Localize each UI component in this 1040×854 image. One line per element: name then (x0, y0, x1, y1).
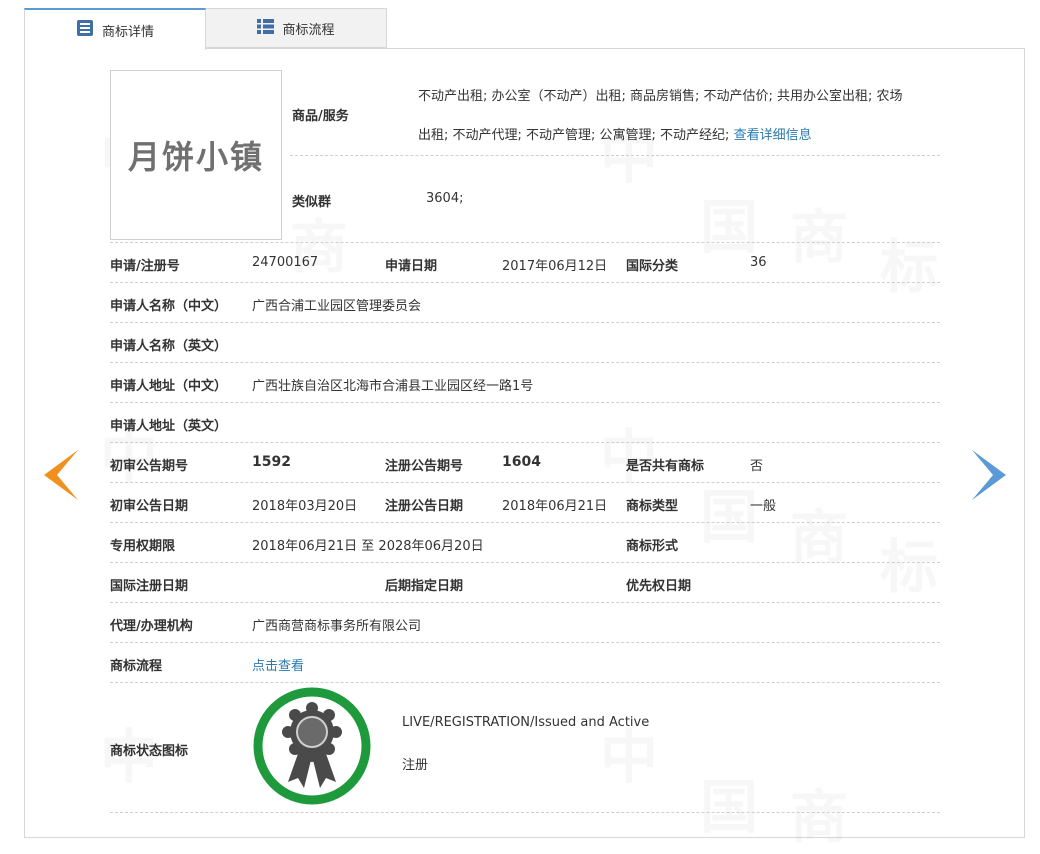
applicant-en-label: 申请人名称（英文） (110, 339, 228, 354)
divider (110, 362, 940, 363)
list-icon (257, 18, 275, 38)
divider (110, 812, 940, 813)
tab-label: 商标详情 (101, 24, 154, 40)
exclusive-period-label: 专用权期限 (110, 539, 176, 554)
goods-services-line2: 出租; 不动产代理; 不动产管理; 公寓管理; 不动产经纪; 查看详细信息 (418, 128, 812, 143)
tab-trademark-details[interactable]: 商标详情 (24, 8, 206, 50)
applicant-cn-label: 申请人名称（中文） (110, 299, 228, 314)
next-arrow-icon[interactable] (972, 450, 1006, 500)
divider (110, 522, 940, 523)
reg-pub-no-label: 注册公告期号 (385, 459, 464, 474)
divider (110, 482, 940, 483)
reg-no-value: 24700167 (252, 255, 319, 270)
divider (110, 402, 940, 403)
address-en-label: 申请人地址（英文） (110, 419, 228, 434)
document-list-icon (76, 19, 94, 41)
later-designation-label: 后期指定日期 (385, 579, 464, 594)
agency-value: 广西商营商标事务所有限公司 (252, 619, 422, 634)
divider (110, 562, 940, 563)
intl-class-value: 36 (750, 255, 767, 270)
trademark-logo-text: 月饼小镇 (127, 138, 264, 176)
divider (110, 602, 940, 603)
view-details-link[interactable]: 查看详细信息 (734, 128, 812, 143)
agency-label: 代理/办理机构 (110, 619, 193, 634)
status-text-en: LIVE/REGISTRATION/Issued and Active (402, 715, 650, 730)
divider (110, 642, 940, 643)
reg-pub-no-value: 1604 (502, 454, 541, 470)
shared-mark-label: 是否共有商标 (626, 459, 705, 474)
intl-class-label: 国际分类 (626, 259, 679, 274)
apply-date-label: 申请日期 (385, 259, 438, 274)
previous-arrow-icon[interactable] (44, 450, 78, 500)
prelim-pub-date-label: 初审公告日期 (110, 499, 189, 514)
shared-mark-value: 否 (750, 459, 764, 474)
address-cn-label: 申请人地址（中文） (110, 379, 228, 394)
divider (110, 282, 940, 283)
prelim-pub-date-value: 2018年03月20日 (252, 499, 358, 514)
reg-pub-date-value: 2018年06月21日 (502, 499, 608, 514)
tab-label: 商标流程 (282, 22, 335, 38)
goods-services-line1: 不动产出租; 办公室（不动产）出租; 商品房销售; 不动产估价; 共用办公室出租… (418, 89, 903, 104)
mark-type-label: 商标类型 (626, 499, 679, 514)
trademark-image: 月饼小镇 (110, 70, 282, 240)
divider (110, 322, 940, 323)
process-label: 商标流程 (110, 659, 163, 674)
status-text-cn: 注册 (402, 758, 429, 773)
prelim-pub-no-value: 1592 (252, 454, 291, 470)
applicant-cn-value: 广西合浦工业园区管理委员会 (252, 299, 422, 314)
mark-type-value: 一般 (750, 499, 777, 514)
similar-group-label: 类似群 (292, 195, 332, 210)
address-cn-value: 广西壮族自治区北海市合浦县工业园区经一路1号 (252, 379, 534, 394)
similar-group-value: 3604; (426, 191, 464, 206)
intl-reg-date-label: 国际注册日期 (110, 579, 189, 594)
prelim-pub-no-label: 初审公告期号 (110, 459, 189, 474)
divider (110, 442, 940, 443)
divider (290, 155, 940, 156)
divider (110, 682, 940, 683)
goods-services-label: 商品/服务 (292, 109, 349, 124)
reg-pub-date-label: 注册公告日期 (385, 499, 464, 514)
divider (110, 242, 940, 243)
exclusive-period-value: 2018年06月21日 至 2028年06月20日 (252, 539, 484, 554)
view-process-link[interactable]: 点击查看 (252, 655, 304, 674)
tab-trademark-process[interactable]: 商标流程 (205, 8, 387, 48)
mark-form-label: 商标形式 (626, 539, 679, 554)
apply-date-value: 2017年06月12日 (502, 259, 608, 274)
priority-date-label: 优先权日期 (626, 579, 692, 594)
registered-medal-icon (252, 686, 372, 806)
status-icon-label: 商标状态图标 (110, 744, 189, 759)
reg-no-label: 申请/注册号 (110, 259, 180, 274)
